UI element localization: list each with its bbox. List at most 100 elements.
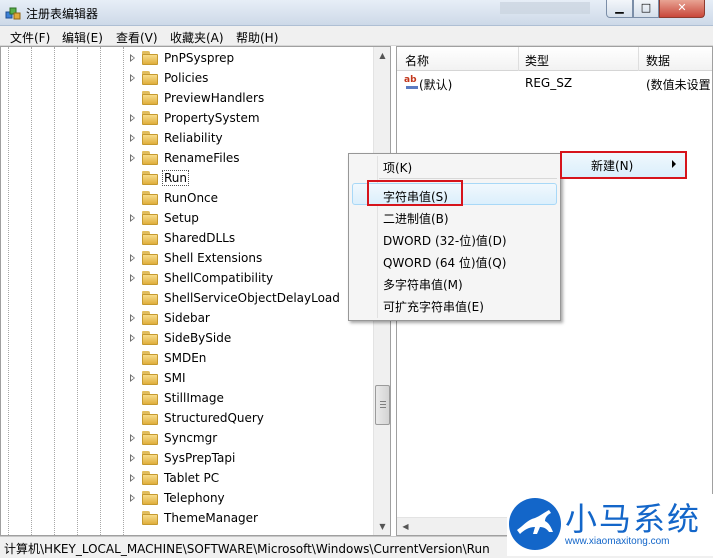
tree-item-label: Run — [161, 170, 190, 186]
watermark-url: www.xiaomaxitong.com — [565, 536, 670, 547]
column-type[interactable]: 类型 — [525, 52, 549, 69]
tree-item[interactable]: Tablet PC — [1, 469, 373, 489]
tree-item-label: Setup — [164, 211, 199, 225]
expand-arrow-icon[interactable] — [130, 434, 135, 442]
tree-item[interactable]: StructuredQuery — [1, 409, 373, 429]
scroll-down-icon[interactable]: ▼ — [374, 518, 390, 535]
table-row[interactable]: ab (默认) REG_SZ (数值未设置 — [397, 73, 712, 93]
watermark-brand: 小马系统 — [565, 500, 702, 538]
folder-icon — [142, 171, 158, 185]
tree-item-label: Syncmgr — [164, 431, 218, 445]
expand-arrow-icon[interactable] — [130, 274, 135, 282]
scrollbar-thumb[interactable] — [375, 385, 390, 425]
expand-arrow-icon[interactable] — [130, 474, 135, 482]
tree-item[interactable]: ShellServiceObjectDelayLoad — [1, 289, 373, 309]
registry-tree[interactable]: PnPSysprep Policies PreviewHandlers Propert… — [0, 46, 391, 536]
minimize-button[interactable]: ▁ — [606, 0, 633, 18]
status-path: 计算机\HKEY_LOCAL_MACHINE\SOFTWARE\Microsof… — [4, 542, 490, 556]
menu-bar: 文件(F) 编辑(E) 查看(V) 收藏夹(A) 帮助(H) — [0, 26, 713, 46]
value-name: (默认) — [419, 78, 453, 92]
expand-arrow-icon[interactable] — [130, 334, 135, 342]
tree-item[interactable]: Telephony — [1, 489, 373, 509]
tree-item[interactable]: Setup — [1, 209, 373, 229]
tree-item[interactable]: PnPSysprep — [1, 49, 373, 69]
expand-arrow-icon[interactable] — [130, 54, 135, 62]
tree-item[interactable]: PreviewHandlers — [1, 89, 373, 109]
tree-item[interactable]: PropertySystem — [1, 109, 373, 129]
column-name[interactable]: 名称 — [405, 52, 429, 69]
tree-item-label: Reliability — [164, 131, 223, 145]
tree-item[interactable]: RunOnce — [1, 189, 373, 209]
tree-item-label: RunOnce — [164, 191, 219, 205]
expand-arrow-icon[interactable] — [130, 314, 135, 322]
menu-favorites[interactable]: 收藏夹(A) — [170, 29, 224, 46]
expand-arrow-icon[interactable] — [130, 494, 135, 502]
expand-arrow-icon[interactable] — [130, 254, 135, 262]
title-bar-blur — [500, 2, 590, 14]
tree-item[interactable]: RenameFiles — [1, 149, 373, 169]
menu-item-multi-string-value[interactable]: 多字符串值(M) — [383, 276, 463, 293]
folder-icon — [142, 491, 158, 505]
menu-item-dword-value[interactable]: DWORD (32-位)值(D) — [383, 232, 507, 249]
tree-item-label: Tablet PC — [164, 471, 220, 485]
expand-arrow-icon[interactable] — [130, 374, 135, 382]
folder-icon — [142, 111, 158, 125]
folder-icon — [142, 291, 158, 305]
value-type: REG_SZ — [525, 76, 573, 90]
expand-arrow-icon[interactable] — [130, 114, 135, 122]
tree-item-label: StillImage — [164, 391, 224, 405]
tree-item[interactable]: ShellCompatibility — [1, 269, 373, 289]
folder-icon — [142, 311, 158, 325]
string-value-icon: ab — [404, 75, 420, 90]
menu-item-key[interactable]: 项(K) — [383, 159, 412, 176]
folder-icon — [142, 411, 158, 425]
tree-item-label: ShellServiceObjectDelayLoad — [164, 291, 340, 305]
scroll-left-icon[interactable]: ◀ — [397, 518, 414, 535]
menu-separator — [379, 178, 557, 179]
folder-icon — [142, 151, 158, 165]
menu-view[interactable]: 查看(V) — [116, 29, 158, 46]
column-data[interactable]: 数据 — [646, 52, 670, 69]
tree-item[interactable]: Run — [1, 169, 373, 189]
tree-item[interactable]: SideBySide — [1, 329, 373, 349]
menu-help[interactable]: 帮助(H) — [236, 29, 278, 46]
tree-item[interactable]: ThemeManager — [1, 509, 373, 529]
folder-icon — [142, 131, 158, 145]
menu-edit[interactable]: 编辑(E) — [62, 29, 103, 46]
minimize-icon: ▁ — [615, 1, 624, 14]
menu-item-qword-value[interactable]: QWORD (64 位)值(Q) — [383, 254, 506, 271]
folder-icon — [142, 211, 158, 225]
maximize-button[interactable]: □ — [633, 0, 659, 18]
tree-item[interactable]: Policies — [1, 69, 373, 89]
tree-item[interactable]: SMI — [1, 369, 373, 389]
tree-item[interactable]: Sidebar — [1, 309, 373, 329]
menu-item-binary-value[interactable]: 二进制值(B) — [383, 210, 449, 227]
tree-item[interactable]: StillImage — [1, 389, 373, 409]
folder-icon — [142, 271, 158, 285]
tree-item-label: Shell Extensions — [164, 251, 263, 265]
close-button[interactable]: ✕ — [659, 0, 705, 18]
folder-icon — [142, 51, 158, 65]
tree-item[interactable]: SysPrepTapi — [1, 449, 373, 469]
value-data: (数值未设置 — [646, 78, 711, 92]
tree-item[interactable]: Shell Extensions — [1, 249, 373, 269]
expand-arrow-icon[interactable] — [130, 154, 135, 162]
expand-arrow-icon[interactable] — [130, 214, 135, 222]
menu-file[interactable]: 文件(F) — [10, 29, 50, 46]
menu-item-expandable-string-value[interactable]: 可扩充字符串值(E) — [383, 298, 484, 315]
scroll-up-icon[interactable]: ▲ — [374, 47, 390, 64]
tree-item[interactable]: SMDEn — [1, 349, 373, 369]
expand-arrow-icon[interactable] — [130, 454, 135, 462]
expand-arrow-icon[interactable] — [130, 134, 135, 142]
window-title: 注册表编辑器 — [26, 7, 99, 21]
folder-icon — [142, 191, 158, 205]
tree-item[interactable]: Syncmgr — [1, 429, 373, 449]
title-bar[interactable]: 注册表编辑器 ▁ □ ✕ — [0, 0, 713, 26]
tree-item-label: SharedDLLs — [164, 231, 236, 245]
tree-item[interactable]: SharedDLLs — [1, 229, 373, 249]
context-menu: 项(K) 字符串值(S) 二进制值(B) DWORD (32-位)值(D) QW… — [348, 153, 561, 321]
tree-item-label: PropertySystem — [164, 111, 260, 125]
tree-item[interactable]: Reliability — [1, 129, 373, 149]
expand-arrow-icon[interactable] — [130, 74, 135, 82]
tree-item-label: ThemeManager — [164, 511, 258, 525]
